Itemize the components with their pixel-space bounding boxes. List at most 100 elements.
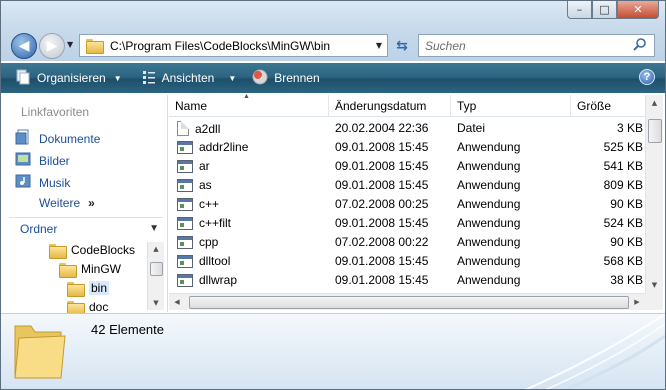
scroll-thumb[interactable] — [150, 262, 163, 276]
organize-menu[interactable]: Organisieren ▼ — [15, 69, 122, 88]
scroll-thumb[interactable] — [189, 296, 629, 309]
more-label: Weitere — [39, 196, 81, 210]
file-name: a2dll — [195, 121, 221, 136]
folder-open-icon — [67, 281, 85, 297]
file-date: 09.01.2008 15:45 — [335, 254, 429, 268]
column-header-date[interactable]: Änderungsdatum — [329, 95, 451, 117]
tree-item-bin[interactable]: bin — [67, 281, 110, 297]
application-icon — [177, 273, 193, 287]
folders-label: Ordner — [20, 221, 58, 236]
file-name: dlltool — [199, 254, 231, 268]
folder-icon — [49, 243, 67, 259]
file-size: 568 KB — [603, 254, 643, 268]
file-row[interactable]: ar 09.01.2008 15:45 Anwendung 541 KB — [169, 157, 645, 176]
minimize-button[interactable]: – — [567, 1, 592, 19]
scroll-down-arrow[interactable]: ▼ — [148, 296, 164, 310]
application-icon — [177, 197, 193, 211]
file-size: 3 KB — [616, 121, 643, 135]
favorite-pictures[interactable]: Bilder — [15, 151, 70, 170]
scroll-up-arrow[interactable]: ▲ — [646, 95, 663, 111]
folder-tree-scrollbar[interactable]: ▲ ▼ — [147, 242, 164, 310]
search-input[interactable] — [425, 38, 632, 53]
file-date: 07.02.2008 00:22 — [335, 235, 429, 249]
file-size: 525 KB — [603, 140, 643, 154]
file-list-horizontal-scrollbar[interactable]: ◀ ▶ — [169, 293, 645, 310]
file-list-vertical-scrollbar[interactable]: ▲ ▼ — [645, 95, 663, 293]
disc-burn-icon — [252, 69, 268, 88]
burn-button[interactable]: Brennen — [252, 69, 320, 88]
address-bar[interactable]: C:\Program Files\CodeBlocks\MinGW\bin ▼ — [79, 34, 388, 57]
file-rows: a2dll 20.02.2004 22:36 Datei 3 KB addr2l… — [169, 119, 645, 290]
window-controls: – □ ✕ — [567, 1, 659, 19]
close-button[interactable]: ✕ — [617, 1, 659, 19]
favorite-label: Musik — [39, 175, 71, 190]
file-name: cpp — [199, 235, 219, 249]
command-bar: Organisieren ▼ Ansichten ▼ Brennen ? — [1, 63, 665, 93]
application-icon — [177, 254, 193, 268]
help-icon[interactable]: ? — [639, 69, 655, 85]
favorite-music[interactable]: Musik — [15, 173, 70, 192]
file-row[interactable]: dllwrap 09.01.2008 15:45 Anwendung 38 KB — [169, 271, 645, 290]
organize-label: Organisieren — [37, 71, 106, 85]
file-name-cell: ar — [177, 159, 210, 173]
back-button[interactable]: ◀ — [11, 33, 37, 59]
recent-pages-dropdown[interactable]: ▼ — [67, 40, 73, 49]
favorite-documents[interactable]: Dokumente — [15, 129, 100, 148]
double-chevron-icon: » — [88, 196, 95, 210]
file-row[interactable]: c++ 07.02.2008 00:25 Anwendung 90 KB — [169, 195, 645, 214]
column-header-name[interactable]: ▲ Name — [169, 93, 329, 117]
file-type: Anwendung — [457, 159, 521, 173]
file-type: Anwendung — [457, 178, 521, 192]
file-name-cell: as — [177, 178, 212, 192]
explorer-window: – □ ✕ ◀ ▶ ▼ C:\Program Files\CodeBlocks\… — [0, 0, 666, 390]
scroll-down-arrow[interactable]: ▼ — [646, 277, 663, 293]
views-menu[interactable]: Ansichten ▼ — [142, 70, 237, 87]
file-type: Anwendung — [457, 235, 521, 249]
file-size: 90 KB — [610, 197, 643, 211]
file-row[interactable]: as 09.01.2008 15:45 Anwendung 809 KB — [169, 176, 645, 195]
search-box[interactable] — [418, 34, 655, 57]
file-type: Anwendung — [457, 273, 521, 287]
column-header-size[interactable]: Größe — [571, 95, 645, 117]
maximize-button[interactable]: □ — [592, 1, 617, 19]
chevron-down-icon: ▼ — [113, 73, 122, 83]
file-row[interactable]: a2dll 20.02.2004 22:36 Datei 3 KB — [169, 119, 645, 138]
file-list: ▲ Name Änderungsdatum Typ Größe a2dll 20… — [169, 93, 665, 312]
refresh-button[interactable]: ⇆ — [391, 35, 413, 56]
file-date: 09.01.2008 15:45 — [335, 178, 429, 192]
tree-item-doc[interactable]: doc — [67, 300, 108, 316]
details-pane: 42 Elemente — [1, 313, 665, 389]
tree-item-codeblocks[interactable]: CodeBlocks — [49, 243, 135, 259]
more-favorites-link[interactable]: Weitere » — [39, 196, 95, 210]
folder-icon — [67, 300, 85, 316]
column-header-type[interactable]: Typ — [451, 95, 571, 117]
file-row[interactable]: addr2line 09.01.2008 15:45 Anwendung 525… — [169, 138, 645, 157]
file-row[interactable]: dlltool 09.01.2008 15:45 Anwendung 568 K… — [169, 252, 645, 271]
scroll-left-arrow[interactable]: ◀ — [169, 294, 185, 311]
scroll-thumb[interactable] — [648, 119, 662, 143]
organize-icon — [15, 69, 31, 88]
tree-item-mingw[interactable]: MinGW — [59, 262, 121, 278]
decorative-swoosh — [524, 314, 665, 389]
file-type: Anwendung — [457, 216, 521, 230]
address-dropdown[interactable]: ▼ — [371, 41, 387, 50]
application-icon — [177, 159, 193, 173]
chevron-down-icon: ▼ — [228, 73, 237, 83]
scroll-corner — [645, 293, 663, 310]
scroll-right-arrow[interactable]: ▶ — [629, 294, 645, 311]
arrow-left-icon: ◀ — [18, 38, 30, 54]
file-row[interactable]: c++filt 09.01.2008 15:45 Anwendung 524 K… — [169, 214, 645, 233]
tree-label: bin — [89, 281, 110, 295]
favorite-label: Bilder — [39, 153, 70, 168]
file-name-cell: cpp — [177, 235, 218, 249]
tree-label: MinGW — [81, 262, 121, 276]
folders-header[interactable]: Ordner ▼ — [9, 217, 163, 239]
file-row[interactable]: cpp 07.02.2008 00:22 Anwendung 90 KB — [169, 233, 645, 252]
favorite-label: Dokumente — [39, 131, 101, 146]
address-path[interactable]: C:\Program Files\CodeBlocks\MinGW\bin — [110, 39, 371, 53]
search-icon[interactable] — [632, 37, 650, 55]
scroll-up-arrow[interactable]: ▲ — [148, 242, 164, 256]
file-size: 809 KB — [603, 178, 643, 192]
file-date: 09.01.2008 15:45 — [335, 140, 429, 154]
forward-button[interactable]: ▶ — [39, 33, 65, 59]
